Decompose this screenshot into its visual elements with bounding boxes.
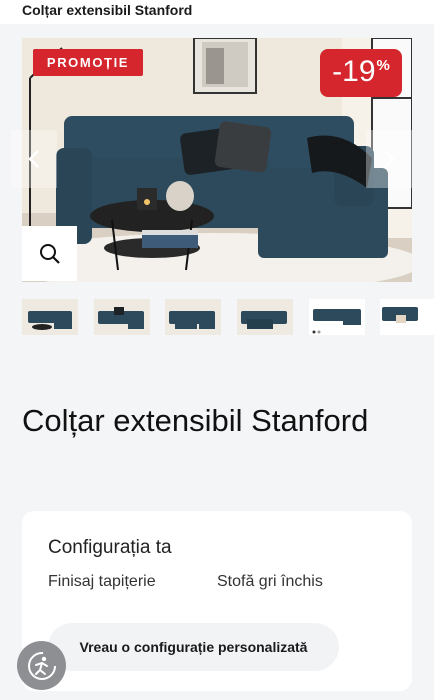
configuration-heading: Configurația ta: [48, 537, 172, 558]
accessibility-icon: [27, 651, 56, 680]
zoom-button[interactable]: [22, 226, 77, 281]
discount-badge: -19 %: [320, 49, 402, 97]
header-title: Colțar extensibil Stanford: [22, 2, 193, 18]
discount-unit: %: [376, 57, 390, 74]
upholstery-finish-value: Stofă gri închis: [217, 573, 323, 590]
upholstery-finish-label: Finisaj tapițerie: [48, 573, 156, 590]
search-icon: [39, 243, 60, 264]
promo-badge: PROMOȚIE: [33, 49, 143, 76]
product-title: Colțar extensibil Stanford: [22, 403, 369, 438]
top-bar: Colțar extensibil Stanford: [0, 0, 434, 24]
thumbnail-4[interactable]: [237, 299, 293, 335]
chevron-right-icon: [384, 150, 395, 168]
custom-configuration-button[interactable]: Vreau o configurație personalizată: [48, 623, 339, 671]
thumbnail-5[interactable]: [309, 299, 365, 335]
gallery-next-button[interactable]: [366, 130, 412, 188]
chevron-left-icon: [28, 150, 39, 168]
thumbnail-strip: [22, 299, 434, 335]
gallery-prev-button[interactable]: [11, 130, 57, 188]
thumbnail-3[interactable]: [165, 299, 221, 335]
accessibility-button[interactable]: [17, 641, 66, 690]
thumbnail-2[interactable]: [94, 299, 150, 335]
configuration-card: Configurația ta Finisaj tapițerie Stofă …: [22, 511, 412, 691]
thumbnail-1[interactable]: [22, 299, 78, 335]
thumbnail-6[interactable]: [380, 299, 434, 335]
discount-value: -19: [332, 55, 376, 88]
